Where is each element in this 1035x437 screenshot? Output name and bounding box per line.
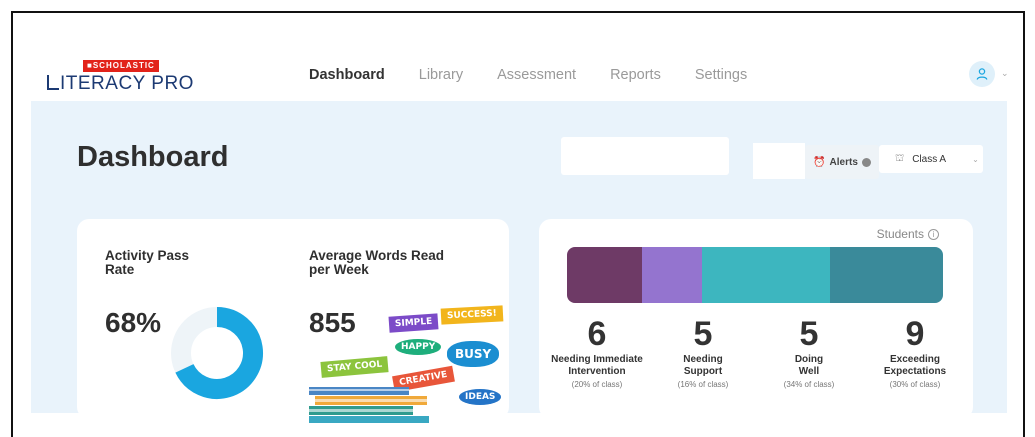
group-name-line2: Expectations xyxy=(883,366,947,377)
sticker-ideas: IDEAS xyxy=(459,389,502,405)
class-select[interactable]: ⛫ Class A ⌄ xyxy=(879,145,983,173)
students-distribution-bar xyxy=(567,247,943,303)
books-icon xyxy=(309,387,429,423)
group-name-line1: Doing xyxy=(794,354,824,365)
app-window: ■SCHOLASTIC ITERACY PRO Dashboard Librar… xyxy=(11,11,1025,437)
nav-dashboard[interactable]: Dashboard xyxy=(309,67,385,83)
top-bar: ■SCHOLASTIC ITERACY PRO Dashboard Librar… xyxy=(13,13,1023,101)
words-read-label-line2: per Week xyxy=(309,262,369,277)
group-count: 5 xyxy=(799,315,819,353)
group-percent: (30% of class) xyxy=(889,380,941,389)
students-label: Students xyxy=(876,227,924,241)
group-doing-well[interactable]: 5 Doing Well (34% of class) xyxy=(757,315,861,389)
logo-mark-icon xyxy=(47,75,59,90)
dashboard-content: Dashboard ⏰ Alerts ⛫ Class A ⌄ Activity … xyxy=(31,101,1007,423)
group-count: 6 xyxy=(587,315,607,353)
alerts-label: Alerts xyxy=(829,156,858,168)
group-percent: (34% of class) xyxy=(783,380,835,389)
group-count: 9 xyxy=(905,315,925,353)
class-select-value: Class A xyxy=(912,153,947,165)
words-read-label: Average Words Read per Week xyxy=(309,249,444,277)
pass-rate-donut xyxy=(171,307,263,399)
students-header: Students i xyxy=(877,227,939,241)
alarm-clock-icon: ⏰ xyxy=(813,156,826,168)
class-icon: ⛫ xyxy=(895,152,905,164)
nav-reports[interactable]: Reports xyxy=(610,67,661,83)
logo-text: ITERACY PRO xyxy=(47,73,194,95)
pass-rate-label-line2: Rate xyxy=(105,262,135,277)
group-name-line1: Needing xyxy=(683,354,723,365)
distribution-segment xyxy=(642,247,703,303)
group-name-line1: Needing Immediate xyxy=(551,354,643,365)
info-icon[interactable]: i xyxy=(928,228,939,240)
words-read-label-line1: Average Words Read xyxy=(309,248,445,263)
group-percent: (16% of class) xyxy=(677,380,729,389)
students-card: Students i 6 Needing Immediate Intervent… xyxy=(539,219,973,419)
alerts-button[interactable]: ⏰ Alerts xyxy=(805,145,879,179)
word-stickers-illustration: SIMPLE SUCCESS! HAPPY BUSY STAY COOL CRE… xyxy=(309,303,504,423)
chevron-down-icon[interactable]: ⌄ xyxy=(1001,68,1009,79)
nav-assessment[interactable]: Assessment xyxy=(497,67,576,83)
page-title: Dashboard xyxy=(77,141,229,173)
nav-settings[interactable]: Settings xyxy=(695,67,747,83)
sticker-stay-cool: STAY COOL xyxy=(320,356,389,378)
logo-wordmark: ITERACY PRO xyxy=(60,73,194,94)
main-nav: Dashboard Library Assessment Reports Set… xyxy=(309,67,747,83)
sticker-happy: HAPPY xyxy=(395,339,442,355)
user-avatar-button[interactable] xyxy=(969,61,995,87)
group-needing-support[interactable]: 5 Needing Support (16% of class) xyxy=(651,315,755,389)
sticker-success: SUCCESS! xyxy=(440,305,504,325)
blank-panel xyxy=(561,137,729,175)
pass-rate-label-line1: Activity Pass xyxy=(105,248,190,263)
group-name-line2: Intervention xyxy=(568,366,626,377)
group-name-line1: Exceeding xyxy=(889,354,941,365)
sticker-simple: SIMPLE xyxy=(388,313,439,333)
group-exceeding-expectations[interactable]: 9 Exceeding Expectations (30% of class) xyxy=(863,315,967,389)
sticker-busy: BUSY xyxy=(447,341,500,367)
nav-library[interactable]: Library xyxy=(419,67,463,83)
group-name-line2: Support xyxy=(683,366,723,377)
distribution-segment xyxy=(702,247,831,303)
group-count: 5 xyxy=(693,315,713,353)
distribution-segment xyxy=(830,247,943,303)
metrics-card: Activity Pass Rate 68% Average Words Rea… xyxy=(77,219,509,423)
distribution-segment xyxy=(567,247,643,303)
user-icon xyxy=(976,68,988,80)
pass-rate-value: 68% xyxy=(105,307,162,338)
group-name-line2: Well xyxy=(798,366,820,377)
scholastic-badge: ■SCHOLASTIC xyxy=(83,60,159,72)
group-immediate-intervention[interactable]: 6 Needing Immediate Intervention (20% of… xyxy=(545,315,649,389)
group-percent: (20% of class) xyxy=(571,380,623,389)
student-groups: 6 Needing Immediate Intervention (20% of… xyxy=(539,315,973,405)
literacy-pro-logo[interactable]: ■SCHOLASTIC ITERACY PRO xyxy=(47,55,194,95)
blank-panel-small xyxy=(753,143,805,179)
pass-rate-label: Activity Pass Rate xyxy=(105,249,189,277)
alerts-badge xyxy=(861,157,871,167)
chevron-down-icon: ⌄ xyxy=(972,154,979,164)
